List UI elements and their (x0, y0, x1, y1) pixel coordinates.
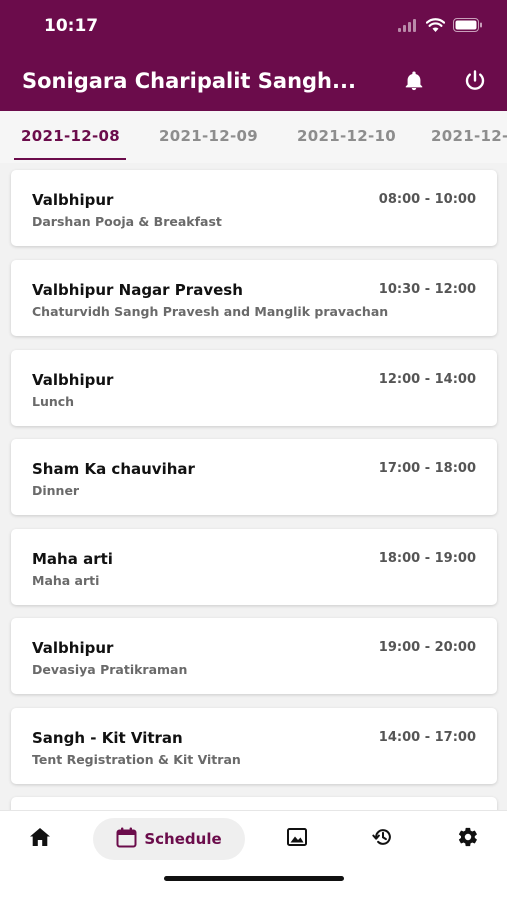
event-title: Sham Ka chauvihar (32, 460, 195, 478)
event-title: Sangh - Kit Vitran (32, 729, 183, 747)
gallery-icon (287, 828, 307, 850)
nav-schedule-label: Schedule (144, 830, 222, 848)
tab-date-1[interactable]: 2021-12-08 (21, 127, 120, 145)
event-time: 14:00 - 17:00 (378, 730, 476, 745)
nav-gallery[interactable] (280, 825, 314, 853)
status-icons (398, 17, 483, 36)
app-title: Sonigara Charipalit Sangh... (22, 69, 356, 93)
wifi-icon (425, 17, 446, 36)
schedule-list[interactable]: Valbhipur Darshan Pooja & Breakfast 08:0… (0, 163, 507, 810)
event-title: Maha arti (32, 550, 113, 568)
tab-date-2[interactable]: 2021-12-09 (159, 127, 258, 145)
event-time: 10:30 - 12:00 (378, 282, 476, 297)
schedule-card[interactable]: Valbhipur Darshan Pooja & Breakfast 08:0… (11, 170, 497, 246)
event-title: Valbhipur (32, 191, 114, 209)
battery-icon (453, 17, 483, 36)
calendar-icon (116, 827, 137, 852)
home-indicator (164, 876, 344, 881)
logout-button[interactable] (459, 67, 491, 99)
bell-icon (403, 70, 425, 96)
event-time: 19:00 - 20:00 (378, 640, 476, 655)
event-description: Lunch (32, 394, 75, 409)
event-description: Maha arti (32, 573, 100, 588)
home-icon (30, 828, 50, 850)
event-description: Devasiya Pratikraman (32, 662, 188, 677)
event-title: Valbhipur (32, 639, 114, 657)
notifications-button[interactable] (398, 67, 430, 99)
nav-settings[interactable] (451, 825, 485, 853)
status-bar: 10:17 (0, 0, 507, 55)
settings-icon (457, 826, 479, 852)
active-tab-indicator (14, 158, 126, 160)
schedule-card[interactable]: Maha arti Maha arti 18:00 - 19:00 (11, 529, 497, 605)
event-time: 12:00 - 14:00 (378, 372, 476, 387)
event-description: Chaturvidh Sangh Pravesh and Manglik pra… (32, 304, 389, 319)
nav-home[interactable] (23, 825, 57, 853)
tab-date-4[interactable]: 2021-12-1 (431, 127, 507, 145)
event-time: 18:00 - 19:00 (378, 551, 476, 566)
signal-icon (398, 17, 418, 36)
event-description: Tent Registration & Kit Vitran (32, 752, 241, 767)
nav-history[interactable] (366, 825, 400, 853)
event-time: 08:00 - 10:00 (378, 192, 476, 207)
schedule-card[interactable]: Sham Ka chauvihar Dinner 17:00 - 18:00 (11, 439, 497, 515)
tab-date-3[interactable]: 2021-12-10 (297, 127, 396, 145)
event-description: Dinner (32, 483, 80, 498)
history-icon (372, 826, 394, 852)
event-title: Valbhipur (32, 371, 114, 389)
nav-schedule[interactable]: Schedule (93, 818, 245, 860)
schedule-card[interactable]: Valbhipur Devasiya Pratikraman 19:00 - 2… (11, 618, 497, 694)
app-bar: Sonigara Charipalit Sangh... (0, 55, 507, 111)
date-tabs: 2021-12-08 2021-12-09 2021-12-10 2021-12… (0, 111, 507, 163)
event-time: 17:00 - 18:00 (378, 461, 476, 476)
bottom-navigation: Schedule (0, 810, 507, 900)
schedule-card[interactable]: Valbhipur Nagar Pravesh Chaturvidh Sangh… (11, 260, 497, 336)
schedule-card[interactable]: Valbhipur Lunch 12:00 - 14:00 (11, 350, 497, 426)
power-icon (463, 69, 487, 97)
event-description: Darshan Pooja & Breakfast (32, 214, 222, 229)
schedule-card[interactable] (11, 797, 497, 810)
event-title: Valbhipur Nagar Pravesh (32, 281, 243, 299)
schedule-card[interactable]: Sangh - Kit Vitran Tent Registration & K… (11, 708, 497, 784)
status-time: 10:17 (44, 16, 99, 36)
